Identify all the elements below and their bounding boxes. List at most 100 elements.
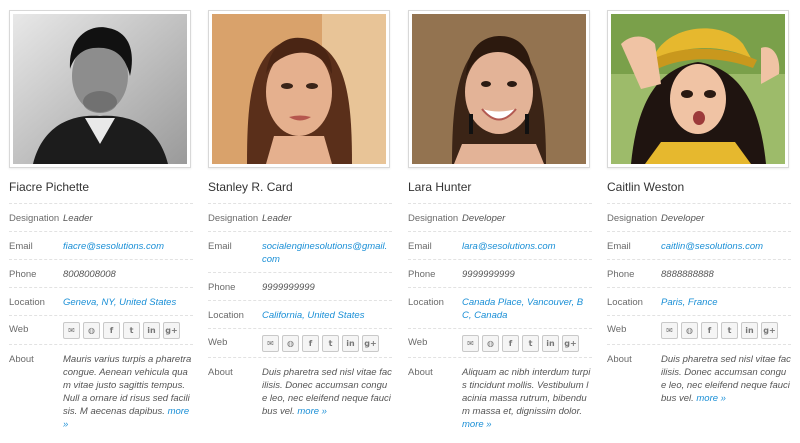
designation-row: Designation Leader (9, 204, 193, 232)
linkedin-icon[interactable]: in (542, 335, 559, 352)
portrait-image (13, 14, 187, 164)
social-links: ✉ ◍ f t in g+ (63, 322, 180, 339)
globe-icon[interactable]: ◍ (482, 335, 499, 352)
email-link[interactable]: caitlin@sesolutions.com (661, 239, 791, 253)
about-body: Aliquam ac nibh interdum turpis tincidun… (462, 367, 591, 417)
phone-row: Phone 9999999999 (408, 260, 592, 288)
email-link[interactable]: fiacre@sesolutions.com (63, 239, 193, 253)
globe-icon[interactable]: ◍ (681, 322, 698, 339)
web-row: Web ✉ ◍ f t in g+ (208, 329, 392, 358)
twitter-icon[interactable]: t (322, 335, 339, 352)
about-row: About Duis pharetra sed nisl vitae facil… (208, 358, 392, 424)
phone-row: Phone 8008008008 (9, 260, 193, 288)
phone-label: Phone (607, 269, 635, 280)
email-row: Email socialenginesolutions@gmail.com (208, 232, 392, 273)
member-name[interactable]: Stanley R. Card (208, 180, 392, 204)
location-row: Location Geneva, NY, United States (9, 288, 193, 316)
designation-value: Developer (462, 213, 506, 224)
phone-row: Phone 9999999999 (208, 273, 392, 301)
web-row: Web ✉ ◍ f t in g+ (607, 316, 791, 345)
linkedin-icon[interactable]: in (143, 322, 160, 339)
web-label: Web (208, 337, 228, 348)
web-row: Web ✉ ◍ f t in g+ (9, 316, 193, 345)
more-link[interactable]: more » (297, 406, 327, 417)
location-row: Location California, United States (208, 301, 392, 329)
member-photo[interactable] (607, 10, 789, 168)
location-link[interactable]: Geneva, NY, United States (63, 295, 193, 309)
email-icon[interactable]: ✉ (63, 322, 80, 339)
web-label: Web (9, 324, 29, 335)
location-label: Location (9, 297, 45, 308)
phone-value: 9999999999 (462, 269, 515, 280)
team-grid: Fiacre Pichette Designation Leader Email… (0, 0, 800, 443)
email-link[interactable]: lara@sesolutions.com (462, 239, 592, 253)
designation-value: Developer (661, 213, 705, 224)
member-photo[interactable] (208, 10, 390, 168)
google-plus-icon[interactable]: g+ (163, 322, 180, 339)
email-label: Email (408, 241, 432, 252)
about-row: About Mauris varius turpis a pharetra co… (9, 345, 193, 437)
web-row: Web ✉ ◍ f t in g+ (408, 329, 592, 358)
location-link[interactable]: Canada Place, Vancouver, BC, Canada (462, 295, 592, 322)
member-photo[interactable] (9, 10, 191, 168)
location-row: Location Paris, France (607, 288, 791, 316)
designation-value: Leader (63, 213, 93, 224)
facebook-icon[interactable]: f (103, 322, 120, 339)
email-icon[interactable]: ✉ (661, 322, 678, 339)
member-name[interactable]: Lara Hunter (408, 180, 592, 204)
designation-row: Designation Developer (607, 204, 791, 232)
phone-label: Phone (408, 269, 436, 280)
facebook-icon[interactable]: f (701, 322, 718, 339)
facebook-icon[interactable]: f (302, 335, 319, 352)
member-card: Caitlin Weston Designation Developer Ema… (607, 10, 791, 411)
designation-row: Designation Leader (208, 204, 392, 232)
about-row: About Aliquam ac nibh interdum turpis ti… (408, 358, 592, 437)
member-name[interactable]: Fiacre Pichette (9, 180, 193, 204)
globe-icon[interactable]: ◍ (282, 335, 299, 352)
designation-value: Leader (262, 213, 292, 224)
globe-icon[interactable]: ◍ (83, 322, 100, 339)
location-label: Location (607, 297, 643, 308)
email-row: Email lara@sesolutions.com (408, 232, 592, 260)
twitter-icon[interactable]: t (721, 322, 738, 339)
twitter-icon[interactable]: t (123, 322, 140, 339)
location-link[interactable]: California, United States (262, 308, 392, 322)
portrait-image (412, 14, 586, 164)
more-link[interactable]: more » (462, 419, 492, 430)
google-plus-icon[interactable]: g+ (562, 335, 579, 352)
portrait-image (212, 14, 386, 164)
google-plus-icon[interactable]: g+ (362, 335, 379, 352)
about-label: About (607, 354, 632, 365)
more-link[interactable]: more » (696, 393, 726, 404)
designation-label: Designation (208, 213, 259, 224)
linkedin-icon[interactable]: in (741, 322, 758, 339)
facebook-icon[interactable]: f (502, 335, 519, 352)
about-text: Aliquam ac nibh interdum turpis tincidun… (462, 365, 592, 431)
email-icon[interactable]: ✉ (462, 335, 479, 352)
about-label: About (208, 367, 233, 378)
google-plus-icon[interactable]: g+ (761, 322, 778, 339)
designation-row: Designation Developer (408, 204, 592, 232)
email-row: Email fiacre@sesolutions.com (9, 232, 193, 260)
member-name[interactable]: Caitlin Weston (607, 180, 791, 204)
twitter-icon[interactable]: t (522, 335, 539, 352)
about-text: Mauris varius turpis a pharetra congue. … (63, 352, 193, 431)
location-link[interactable]: Paris, France (661, 295, 791, 309)
phone-value: 8888888888 (661, 269, 714, 280)
social-links: ✉ ◍ f t in g+ (262, 335, 379, 352)
phone-value: 8008008008 (63, 269, 116, 280)
location-label: Location (208, 310, 244, 321)
member-photo[interactable] (408, 10, 590, 168)
email-icon[interactable]: ✉ (262, 335, 279, 352)
linkedin-icon[interactable]: in (342, 335, 359, 352)
about-row: About Duis pharetra sed nisl vitae facil… (607, 345, 791, 411)
about-text: Duis pharetra sed nisl vitae facilisis. … (661, 352, 791, 405)
designation-label: Designation (9, 213, 60, 224)
social-links: ✉ ◍ f t in g+ (661, 322, 778, 339)
phone-label: Phone (208, 282, 236, 293)
designation-label: Designation (408, 213, 459, 224)
social-links: ✉ ◍ f t in g+ (462, 335, 579, 352)
location-row: Location Canada Place, Vancouver, BC, Ca… (408, 288, 592, 329)
web-label: Web (408, 337, 428, 348)
email-link[interactable]: socialenginesolutions@gmail.com (262, 239, 392, 266)
